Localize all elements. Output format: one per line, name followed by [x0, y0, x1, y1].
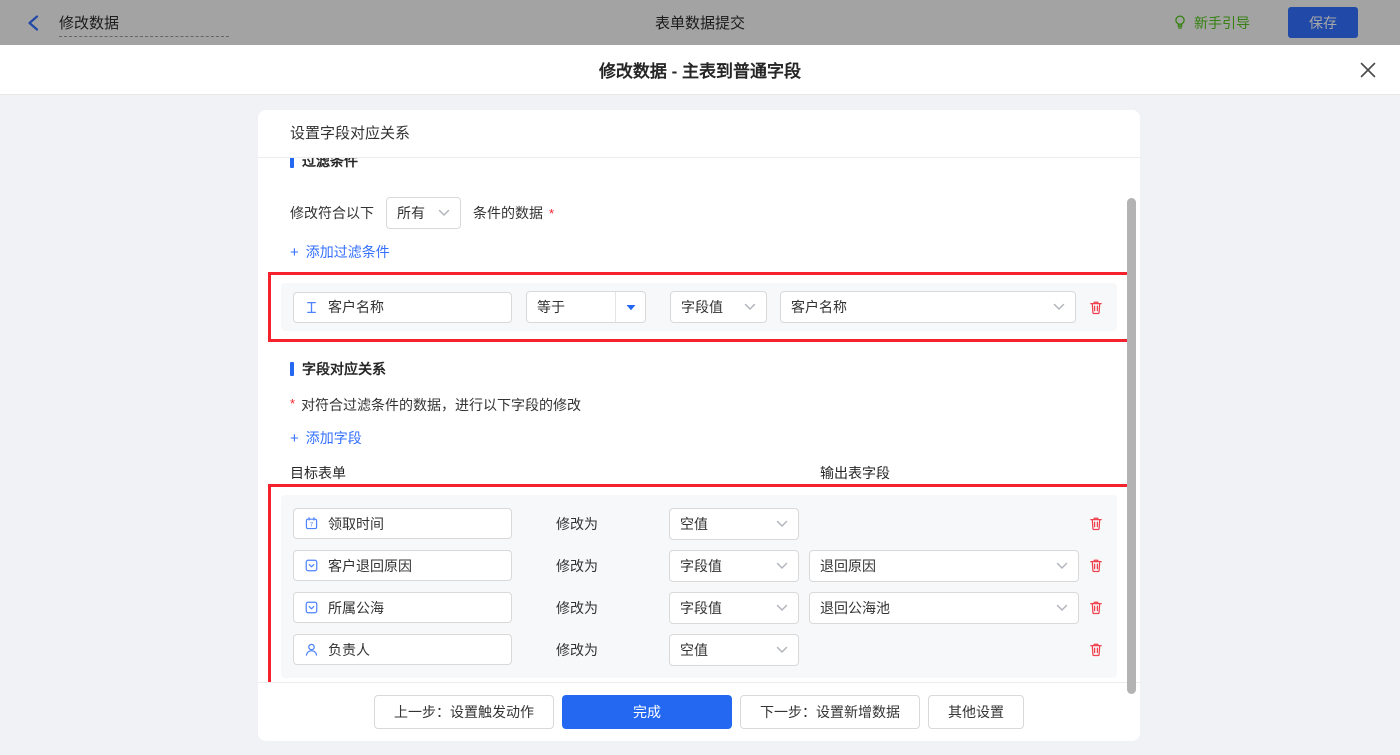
modify-to-label: 修改为 [556, 515, 598, 532]
match-suffix-label: 条件的数据 [473, 205, 543, 221]
match-condition-row: 修改符合以下 所有 条件的数据 * [290, 197, 1108, 229]
scroll-area: 过滤条件 修改符合以下 所有 条件的数据 * + 添加过滤条件 客户名称 等于 … [258, 158, 1140, 682]
column-output-field: 输出表字段 [820, 465, 890, 481]
add-filter-link[interactable]: + 添加过滤条件 [290, 242, 390, 262]
filter-section-title: 过滤条件 [302, 158, 358, 169]
filter-field-input[interactable]: 客户名称 [293, 291, 512, 323]
trash-icon [1090, 559, 1102, 573]
chevron-down-icon [776, 646, 788, 654]
beginner-guide-button[interactable]: 新手引导 [1172, 0, 1250, 45]
modal-header: 修改数据 - 主表到普通字段 [0, 45, 1400, 95]
done-button[interactable]: 完成 [562, 695, 732, 729]
delete-row-button[interactable] [1087, 557, 1105, 575]
target-field-input[interactable]: 负责人 [293, 634, 512, 665]
output-field-select[interactable]: 退回公海池 [809, 591, 1079, 624]
other-settings-button[interactable]: 其他设置 [928, 695, 1024, 729]
column-headers: 目标表单 输出表字段 [290, 463, 1108, 481]
modify-to-label: 修改为 [556, 599, 598, 616]
chevron-down-icon [438, 209, 450, 217]
trash-icon [1090, 643, 1102, 657]
section-bar [290, 362, 294, 376]
target-field-input[interactable]: 所属公海 [293, 592, 512, 623]
filter-value-select[interactable]: 客户名称 [780, 291, 1076, 323]
modify-data-modal: 修改数据 - 主表到普通字段 设置字段对应关系 过滤条件 修改符合以下 所有 条… [0, 45, 1400, 755]
modify-mode-select[interactable]: 空值 [669, 633, 799, 666]
caret-down-icon [615, 292, 645, 322]
close-button[interactable] [1358, 60, 1378, 80]
output-field-select[interactable]: 退回原因 [809, 549, 1079, 582]
column-target-form: 目标表单 [290, 465, 346, 481]
add-field-link[interactable]: + 添加字段 [290, 428, 362, 448]
delete-row-button[interactable] [1087, 599, 1105, 617]
annotation-box-filter: 客户名称 等于 字段值 客户名称 [268, 272, 1130, 342]
chevron-down-icon [1056, 562, 1068, 570]
lightbulb-icon [1175, 15, 1185, 29]
beginner-guide-label: 新手引导 [1194, 14, 1250, 31]
screen: 修改数据 表单数据提交 新手引导 保存 修改数据 - 主表到普通字段 设置字段对… [0, 0, 1400, 755]
trash-icon [1090, 517, 1102, 531]
modal-body: 设置字段对应关系 过滤条件 修改符合以下 所有 条件的数据 * + 添加过滤条件… [0, 95, 1400, 755]
mapping-row: 客户退回原因 修改为 字段值 退回原因 [293, 549, 1105, 582]
settings-card: 设置字段对应关系 过滤条件 修改符合以下 所有 条件的数据 * + 添加过滤条件… [258, 110, 1140, 741]
prev-step-button[interactable]: 上一步：设置触发动作 [374, 695, 554, 729]
modify-mode-select[interactable]: 字段值 [669, 591, 799, 624]
plus-icon: + [290, 429, 299, 447]
user-icon [305, 643, 318, 656]
mapping-section-title: 字段对应关系 [302, 361, 386, 377]
match-prefix-label: 修改符合以下 [290, 205, 374, 221]
operator-select[interactable]: 等于 [526, 291, 646, 323]
chevron-down-icon [1053, 303, 1065, 311]
trash-icon [1090, 301, 1102, 314]
section-bar [290, 158, 294, 168]
calendar-icon: 7 [305, 517, 318, 530]
top-bar: 修改数据 表单数据提交 新手引导 保存 [0, 0, 1400, 45]
select-field-icon [305, 559, 318, 572]
required-mark: * [549, 205, 555, 221]
text-field-icon [307, 301, 316, 313]
mapping-rows: 7 领取时间 修改为 空值 客户退回原因 修改为 字段值 退回原因 所属公海 修… [281, 495, 1117, 678]
modify-mode-select[interactable]: 字段值 [669, 549, 799, 582]
mapping-row: 负责人 修改为 空值 [293, 633, 1105, 666]
delete-filter-button[interactable] [1087, 298, 1105, 316]
next-step-button[interactable]: 下一步：设置新增数据 [740, 695, 920, 729]
modify-mode-select[interactable]: 空值 [669, 507, 799, 540]
svg-text:7: 7 [310, 522, 314, 529]
trash-icon [1090, 601, 1102, 615]
mapping-section-header: 字段对应关系 [290, 359, 1108, 379]
mapping-row: 7 领取时间 修改为 空值 [293, 507, 1105, 540]
chevron-down-icon [776, 520, 788, 528]
filter-row: 客户名称 等于 字段值 客户名称 [281, 283, 1117, 331]
value-type-select[interactable]: 字段值 [670, 291, 767, 323]
scrollbar-thumb[interactable] [1127, 198, 1136, 694]
modify-to-label: 修改为 [556, 641, 598, 658]
delete-row-button[interactable] [1087, 515, 1105, 533]
card-footer: 上一步：设置触发动作 完成 下一步：设置新增数据 其他设置 [258, 682, 1140, 741]
plus-icon: + [290, 243, 299, 261]
target-field-input[interactable]: 7 领取时间 [293, 508, 512, 539]
filter-section-clipped: 过滤条件 [290, 158, 1108, 171]
mapping-description: * 对符合过滤条件的数据，进行以下字段的修改 [290, 396, 582, 413]
target-field-input[interactable]: 客户退回原因 [293, 550, 512, 581]
chevron-down-icon [1056, 604, 1068, 612]
match-mode-select[interactable]: 所有 [386, 197, 461, 229]
modal-title: 修改数据 - 主表到普通字段 [598, 62, 802, 81]
chevron-down-icon [744, 303, 756, 311]
save-button[interactable]: 保存 [1288, 7, 1358, 38]
delete-row-button[interactable] [1087, 641, 1105, 659]
annotation-box-mapping: 7 领取时间 修改为 空值 客户退回原因 修改为 字段值 退回原因 所属公海 修… [268, 484, 1130, 682]
modify-to-label: 修改为 [556, 557, 598, 574]
required-mark: * [290, 396, 296, 411]
mapping-row: 所属公海 修改为 字段值 退回公海池 [293, 591, 1105, 624]
select-field-icon [305, 601, 318, 614]
close-icon [1360, 62, 1376, 78]
chevron-down-icon [776, 562, 788, 570]
chevron-down-icon [776, 604, 788, 612]
card-title: 设置字段对应关系 [258, 110, 1140, 158]
